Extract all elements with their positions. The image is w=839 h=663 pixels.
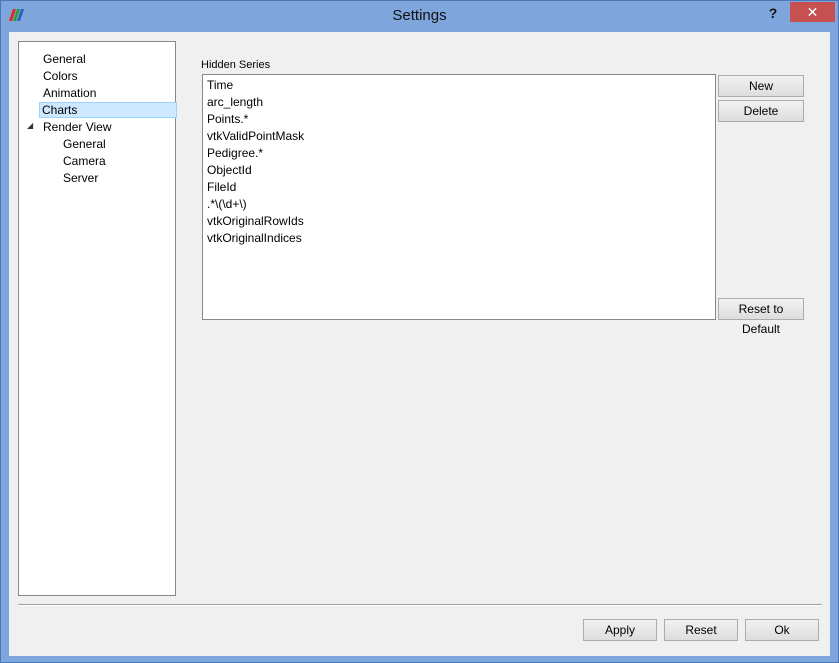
- tree-item-general[interactable]: General: [41, 51, 88, 67]
- settings-window: Settings ? ✕ General Colors Animation Ch…: [0, 0, 839, 663]
- reset-button[interactable]: Reset: [664, 619, 738, 641]
- tree-item-server[interactable]: Server: [61, 170, 100, 186]
- delete-button[interactable]: Delete: [718, 100, 804, 122]
- hidden-series-list[interactable]: Time arc_length Points.* vtkValidPointMa…: [202, 74, 716, 320]
- dialog-content: General Colors Animation Charts ◢ Render…: [9, 32, 830, 656]
- title-bar[interactable]: Settings ? ✕: [1, 1, 838, 31]
- tree-item-render-general[interactable]: General: [61, 136, 108, 152]
- tree-item-colors[interactable]: Colors: [41, 68, 80, 84]
- list-item[interactable]: FileId: [207, 179, 236, 196]
- list-item[interactable]: vtkOriginalRowIds: [207, 213, 304, 230]
- list-item[interactable]: Pedigree.*: [207, 145, 263, 162]
- list-item[interactable]: vtkValidPointMask: [207, 128, 304, 145]
- list-item[interactable]: .*\(\d+\): [207, 196, 247, 213]
- list-item[interactable]: Points.*: [207, 111, 248, 128]
- list-item[interactable]: vtkOriginalIndices: [207, 230, 302, 247]
- apply-button[interactable]: Apply: [583, 619, 657, 641]
- tree-item-camera[interactable]: Camera: [61, 153, 108, 169]
- window-title: Settings: [392, 7, 447, 24]
- close-icon[interactable]: ✕: [790, 2, 835, 22]
- reset-to-default-button[interactable]: Reset to Default: [718, 298, 804, 336]
- list-item[interactable]: arc_length: [207, 94, 263, 111]
- tree-item-render-view[interactable]: Render View: [41, 119, 113, 135]
- list-item[interactable]: ObjectId: [207, 162, 252, 179]
- new-button[interactable]: New: [718, 75, 804, 97]
- collapse-arrow-icon[interactable]: ◢: [27, 122, 35, 130]
- help-icon[interactable]: ?: [761, 3, 785, 23]
- list-item[interactable]: Time: [207, 77, 233, 94]
- tree-item-charts[interactable]: Charts: [39, 102, 177, 118]
- settings-category-tree[interactable]: General Colors Animation Charts ◢ Render…: [18, 41, 177, 596]
- ok-button[interactable]: Ok: [745, 619, 819, 641]
- tree-item-animation[interactable]: Animation: [41, 85, 98, 101]
- footer-divider: [18, 604, 822, 606]
- hidden-series-label: Hidden Series: [201, 59, 271, 71]
